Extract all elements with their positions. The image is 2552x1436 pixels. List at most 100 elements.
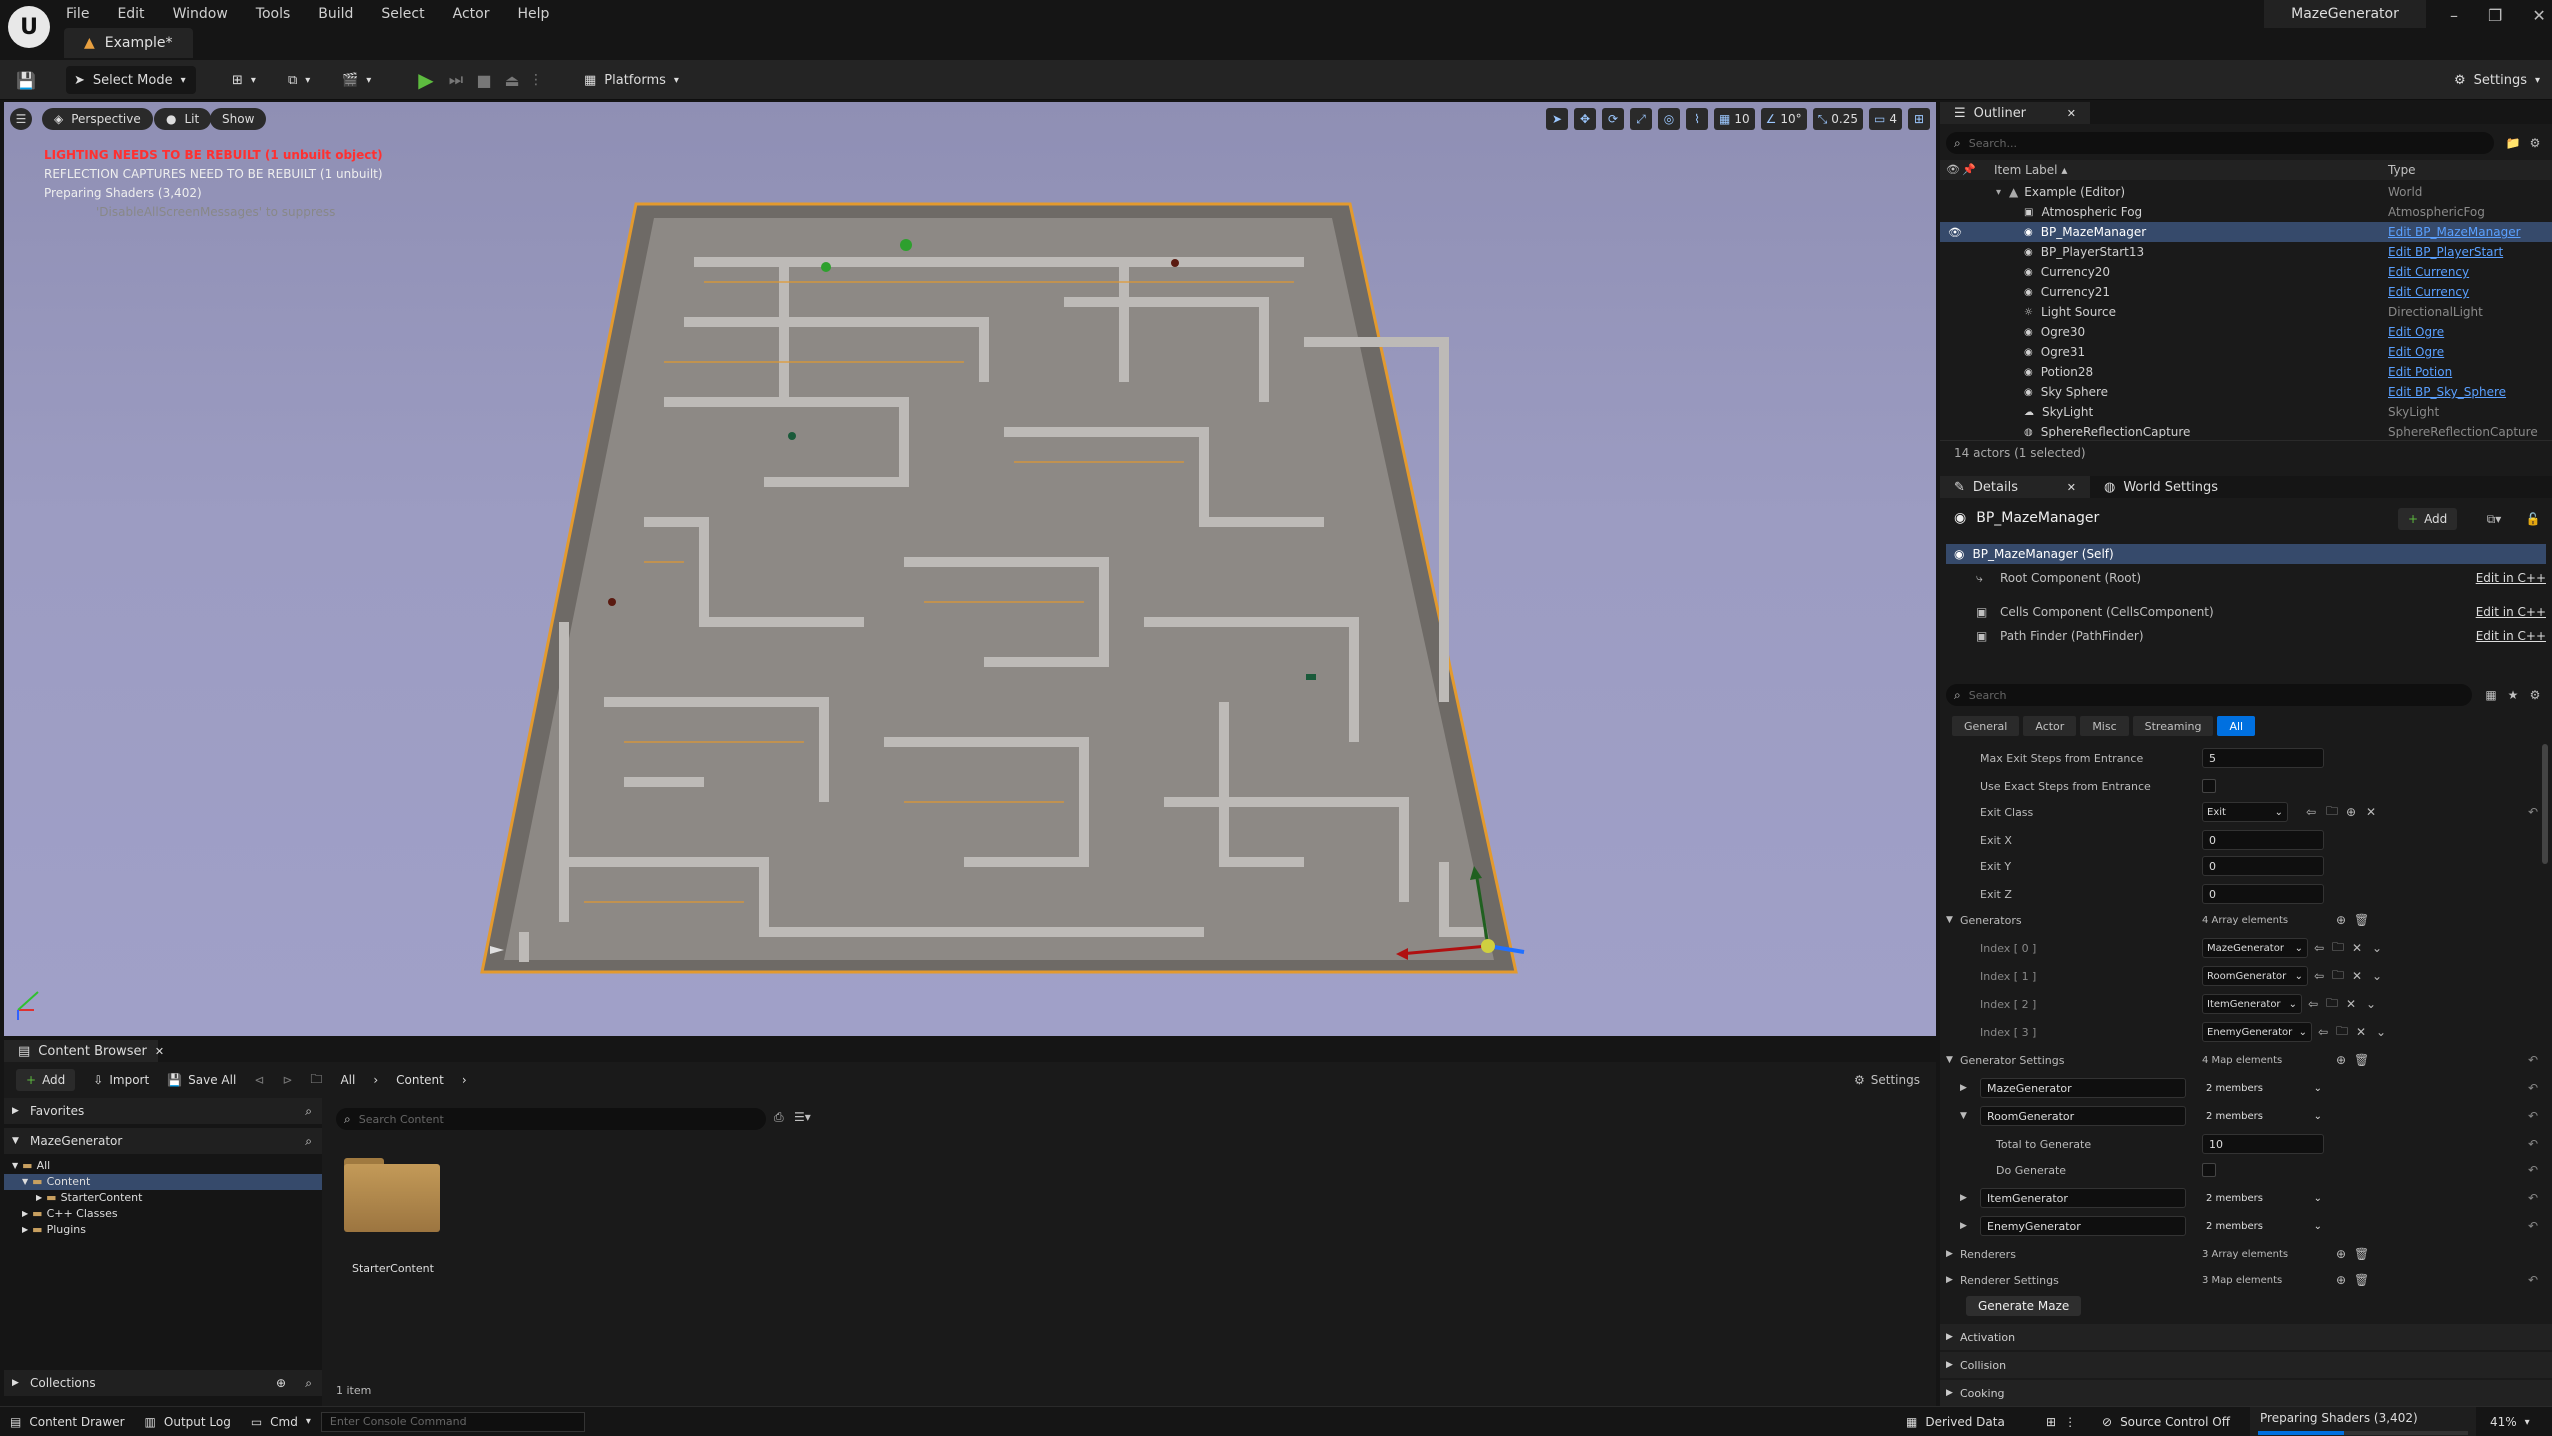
exit-x-input[interactable]: 0	[2202, 830, 2324, 850]
component-row-root[interactable]: ⤷ Root Component (Root) Edit in C++	[1946, 568, 2546, 588]
members-dropdown[interactable]: 2 members ⌄	[2202, 1078, 2326, 1098]
tree-all[interactable]: ▼ ▬ All	[4, 1158, 322, 1174]
level-document-tab[interactable]: ▲ Example*	[64, 28, 193, 58]
translate-tool-icon[interactable]: ✥	[1574, 108, 1597, 130]
outliner-row-potion28[interactable]: ◉ Potion28 Edit Potion	[1940, 362, 2552, 382]
outliner-row-atmospheric-fog[interactable]: ▣ Atmospheric Fog AtmosphericFog	[1940, 202, 2552, 222]
expand-arrow-icon[interactable]: ▼	[1960, 1111, 1967, 1121]
clear-icon[interactable]: ✕	[2356, 1025, 2366, 1039]
menu-tools[interactable]: Tools	[256, 6, 291, 22]
grid-snap-button[interactable]: ▦ 10	[1714, 108, 1755, 130]
add-component-button[interactable]: + Add	[2398, 508, 2458, 530]
expand-arrow-icon[interactable]: ▼	[1946, 1055, 1953, 1065]
menu-build[interactable]: Build	[318, 6, 353, 22]
blueprint-button[interactable]: ⧉ ▾	[280, 66, 318, 94]
gear-icon[interactable]: ⚙	[2526, 134, 2544, 152]
cb-settings-button[interactable]: ⚙ Settings	[1854, 1068, 1920, 1092]
step-icon[interactable]: ⏭	[444, 66, 468, 94]
component-row-cells[interactable]: ▣ Cells Component (CellsComponent) Edit …	[1946, 602, 2546, 622]
prop-renderer-settings[interactable]: ▶ Renderer Settings 3 Map elements ⊕ 🗑 ↶	[1940, 1266, 2552, 1294]
more-options-icon[interactable]: ⋮	[528, 66, 544, 94]
output-log-button[interactable]: ▥ Output Log	[135, 1407, 241, 1436]
trash-icon[interactable]: 🗑	[2354, 1273, 2369, 1287]
browse-to-icon[interactable]: ⇦	[2314, 941, 2324, 955]
chevron-down-icon[interactable]: ⌄	[2372, 969, 2382, 983]
reset-icon[interactable]: ↶	[2528, 1219, 2538, 1233]
outliner-item-edit-link[interactable]: Edit Currency	[2388, 285, 2469, 299]
search-icon[interactable]: ⌕	[305, 1134, 312, 1149]
rotate-tool-icon[interactable]: ⟳	[1602, 108, 1625, 130]
exit-class-dropdown[interactable]: Exit ⌄	[2202, 802, 2288, 822]
type-column[interactable]: Type	[2388, 163, 2416, 177]
exit-y-input[interactable]: 0	[2202, 856, 2324, 876]
close-icon[interactable]: ✕	[2532, 6, 2545, 25]
lit-button[interactable]: ● Lit	[154, 108, 212, 130]
more-options-icon[interactable]: ⋮	[2064, 1415, 2076, 1429]
chevron-down-icon[interactable]: ⌄	[2376, 1025, 2386, 1039]
reset-icon[interactable]: ↶	[2528, 1273, 2538, 1287]
reset-icon[interactable]: ↶	[2528, 1191, 2538, 1205]
outliner-search[interactable]: ⌕ Search...	[1946, 132, 2494, 154]
outliner-row-light-source[interactable]: ☼ Light Source DirectionalLight	[1940, 302, 2552, 322]
collapse-icon[interactable]: ▾	[1996, 187, 2001, 198]
outliner-root-row[interactable]: ▾ ▲ Example (Editor) World	[1940, 182, 2552, 202]
progress-percent-dropdown[interactable]: 41% ▾	[2480, 1407, 2540, 1436]
search-icon[interactable]: ⌕	[305, 1376, 312, 1391]
max-exit-steps-input[interactable]: 5	[2202, 748, 2324, 768]
menu-select[interactable]: Select	[381, 6, 424, 22]
unreal-logo-icon[interactable]: U	[8, 6, 50, 48]
do-generate-checkbox[interactable]	[2202, 1163, 2216, 1177]
edit-in-cpp-link[interactable]: Edit in C++	[2476, 605, 2546, 619]
select-tool-icon[interactable]: ➤	[1546, 108, 1569, 130]
members-dropdown[interactable]: 2 members ⌄	[2202, 1188, 2326, 1208]
collections-header[interactable]: ▶ Collections ⊕ ⌕	[4, 1370, 322, 1396]
add-icon[interactable]: ⊕	[2346, 805, 2356, 819]
chevron-down-icon[interactable]: ⌄	[2372, 941, 2382, 955]
add-element-icon[interactable]: ⊕	[2336, 1273, 2346, 1287]
prop-renderers[interactable]: ▶ Renderers 3 Array elements ⊕ 🗑	[1940, 1240, 2552, 1268]
world-space-icon[interactable]: ◎	[1658, 108, 1681, 130]
close-icon[interactable]: ✕	[155, 1045, 164, 1058]
save-search-icon[interactable]: ⎙	[774, 1110, 784, 1125]
menu-edit[interactable]: Edit	[117, 6, 144, 22]
edit-in-cpp-link[interactable]: Edit in C++	[2476, 571, 2546, 585]
map-key-field[interactable]: MazeGenerator	[1980, 1078, 2186, 1098]
details-search[interactable]: ⌕ Search	[1946, 684, 2472, 706]
cb-add-button[interactable]: + Add	[16, 1069, 76, 1091]
item-label-column[interactable]: Item Label ▴	[1994, 163, 2067, 177]
content-search[interactable]: ⌕ Search Content	[336, 1108, 766, 1130]
map-key-field[interactable]: EnemyGenerator	[1980, 1216, 2186, 1236]
scale-tool-icon[interactable]: ⤢	[1630, 108, 1653, 130]
add-element-icon[interactable]: ⊕	[2336, 913, 2346, 927]
rotation-snap-button[interactable]: ∠ 10°	[1760, 108, 1807, 130]
edit-in-cpp-link[interactable]: Edit in C++	[2476, 629, 2546, 643]
expand-arrow-icon[interactable]: ▶	[1960, 1083, 1967, 1093]
source-control-button[interactable]: ⊘ Source Control Off	[2092, 1407, 2240, 1436]
outliner-item-edit-link[interactable]: Edit BP_MazeManager	[2388, 225, 2521, 239]
menu-file[interactable]: File	[66, 6, 89, 22]
project-header[interactable]: ▼ MazeGenerator ⌕	[4, 1128, 322, 1154]
visibility-icon[interactable]: 👁	[1948, 226, 1962, 239]
perspective-button[interactable]: ◈ Perspective	[42, 108, 153, 130]
add-folder-icon[interactable]: 📁	[2504, 134, 2522, 152]
reset-icon[interactable]: ↶	[2528, 1109, 2538, 1123]
details-tab[interactable]: ✎ Details ✕	[1940, 476, 2090, 498]
outliner-row-sky-sphere[interactable]: ◉ Sky Sphere Edit BP_Sky_Sphere	[1940, 382, 2552, 402]
browse-to-icon[interactable]: ⇦	[2308, 997, 2318, 1011]
outliner-row-skylight[interactable]: ☁ SkyLight SkyLight	[1940, 402, 2552, 422]
outliner-item-edit-link[interactable]: Edit Ogre	[2388, 345, 2444, 359]
menu-actor[interactable]: Actor	[453, 6, 490, 22]
outliner-item-edit-link[interactable]: Edit Currency	[2388, 265, 2469, 279]
folder-icon[interactable]: 🗀	[2326, 802, 2338, 823]
level-viewport[interactable]: ☰ ◈ Perspective ● Lit Show ➤ ✥ ⟳ ⤢ ◎ ⌇ ▦…	[4, 102, 1936, 1036]
stop-icon[interactable]: ■	[472, 66, 496, 94]
maximize-icon[interactable]: ❐	[2488, 6, 2502, 25]
prop-generators[interactable]: ▼ Generators 4 Array elements ⊕ 🗑	[1940, 906, 2552, 934]
camera-speed-button[interactable]: ▭ 4	[1869, 108, 1902, 130]
source-icon[interactable]: ⊞	[2046, 1415, 2056, 1429]
back-icon[interactable]: ⊲	[254, 1073, 264, 1087]
browse-to-icon[interactable]: ⇦	[2318, 1025, 2328, 1039]
outliner-item-edit-link[interactable]: Edit BP_Sky_Sphere	[2388, 385, 2506, 399]
generator-dropdown[interactable]: ItemGenerator ⌄	[2202, 994, 2302, 1014]
generate-maze-button[interactable]: Generate Maze	[1966, 1296, 2082, 1316]
